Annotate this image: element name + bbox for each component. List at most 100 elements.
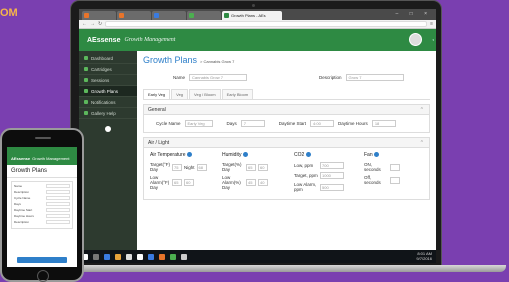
dashboard-icon (84, 56, 88, 60)
user-menu-caret-icon[interactable]: ▾ (432, 38, 434, 42)
browser-tab[interactable] (82, 11, 116, 20)
photos-icon[interactable] (181, 253, 187, 260)
browser-tab-active[interactable]: Growth Plans - AEs (222, 11, 282, 20)
fan-on-label: ON, seconds (364, 162, 381, 172)
chrome-icon[interactable] (170, 253, 176, 260)
humidity-low-night-input[interactable]: 40 (258, 179, 268, 186)
store-icon[interactable] (126, 253, 132, 260)
sidebar-item-sessions[interactable]: Sessions (79, 75, 137, 86)
humidity-group: Humidity Target(%) Day 65 60 Low Alarm(%) … (222, 152, 284, 195)
word-icon[interactable] (148, 253, 154, 260)
avatar[interactable] (409, 33, 422, 46)
info-icon[interactable] (374, 152, 380, 158)
menu-icon[interactable]: ≡ (430, 21, 433, 27)
phone-row: Description (14, 220, 70, 224)
url-input[interactable] (105, 21, 428, 27)
humidity-target-night-input[interactable]: 60 (258, 163, 268, 171)
powerpoint-icon[interactable] (159, 253, 165, 260)
name-input[interactable]: Cannabis Grow 7 (189, 74, 248, 81)
tab-early-veg[interactable]: Early Veg (143, 89, 171, 99)
general-panel-header[interactable]: General ^ (144, 105, 429, 115)
air-target-night-input[interactable]: 68 (196, 163, 207, 171)
phone-row: Daytime Hours (14, 214, 70, 218)
info-icon[interactable] (186, 152, 192, 158)
phone-row-label: Description (14, 190, 30, 194)
browser-tab[interactable] (117, 11, 151, 20)
description-label: Description (319, 75, 342, 80)
main-content: Growth Plans > Cannabis Grow 7 Name Cann… (137, 51, 436, 263)
cartridge-icon (84, 67, 88, 71)
folder-icon[interactable] (115, 253, 121, 260)
humidity-target-label: Target(%) Day (222, 162, 242, 172)
window-controls[interactable]: – □ × (396, 11, 433, 17)
co2-alarm-input[interactable]: 500 (320, 183, 344, 191)
phone-field[interactable] (46, 190, 70, 194)
sidebar: Dashboard Cartridges Sessions Growth Pla… (79, 51, 137, 263)
fan-on-input[interactable] (390, 163, 400, 171)
tab-veg[interactable]: Veg (171, 89, 189, 99)
daytime-start-select[interactable]: 4:00 (310, 120, 335, 127)
info-icon[interactable] (242, 152, 248, 158)
chevron-up-icon[interactable]: ^ (421, 140, 423, 146)
sidebar-item-cartridges[interactable]: Cartridges (79, 64, 137, 75)
phone-field[interactable] (46, 196, 70, 200)
phone-field[interactable] (46, 202, 70, 206)
sidebar-toggle-icon[interactable] (105, 126, 111, 132)
phone-row-label: Days (14, 202, 21, 206)
taskbar-clock[interactable]: 8:01 AM 9/7/2016 (416, 251, 432, 261)
daytime-hours-label: Daytime Hours (338, 121, 368, 126)
browser-tab[interactable] (152, 11, 186, 20)
air-target-label: Target(°F) Day (150, 162, 171, 172)
phone-home-button[interactable] (37, 270, 49, 282)
air-low-night-input[interactable]: 60 (184, 179, 194, 186)
phone-row: Cycle Name (14, 196, 70, 200)
browser-tab[interactable] (187, 11, 221, 20)
bell-icon (84, 100, 88, 104)
phone-field[interactable] (46, 220, 70, 224)
edge-icon[interactable] (104, 253, 110, 260)
cycle-name-label: Cycle Name (156, 121, 181, 126)
search-icon[interactable] (93, 253, 99, 260)
sidebar-item-label: Gallery Help (91, 110, 116, 116)
humidity-target-day-input[interactable]: 65 (246, 163, 256, 171)
phone-action-button[interactable] (17, 257, 67, 263)
laptop-base (78, 265, 506, 272)
description-input[interactable]: Grow 7 (345, 74, 404, 81)
days-input[interactable]: 7 (240, 120, 265, 127)
reload-icon[interactable]: ↻ (98, 21, 102, 27)
cycle-name-input[interactable]: Early Veg (184, 120, 213, 127)
tab-early-bloom[interactable]: Early Bloom (221, 89, 254, 99)
phone-field[interactable] (46, 214, 70, 218)
info-icon[interactable] (305, 152, 311, 158)
phone-form-card: Name Description Cycle Name Days Daytime… (11, 181, 73, 229)
phone-row: Description (14, 190, 70, 194)
clock-date: 9/7/2016 (416, 255, 432, 261)
sidebar-item-gallery-help[interactable]: Gallery Help (79, 108, 137, 119)
app-icon[interactable] (137, 253, 143, 260)
sidebar-item-label: Growth Plans (91, 88, 119, 94)
chevron-up-icon[interactable]: ^ (421, 107, 423, 113)
co2-target-input[interactable]: 1000 (320, 172, 344, 179)
daytime-hours-input[interactable]: 18 (371, 120, 396, 127)
phone-field[interactable] (46, 208, 70, 212)
air-low-day-input[interactable]: 65 (172, 179, 182, 186)
fan-off-input[interactable] (390, 176, 400, 184)
sidebar-item-notifications[interactable]: Notifications (79, 97, 137, 108)
air-night-label: Night (184, 164, 195, 170)
air-light-panel-header[interactable]: Air / Light ^ (144, 138, 429, 148)
sidebar-item-dashboard[interactable]: Dashboard (79, 53, 137, 64)
name-label: Name (173, 75, 186, 80)
air-target-day-input[interactable]: 75 (172, 163, 182, 171)
app-logo: AEssense (87, 36, 121, 44)
back-icon[interactable]: ← (82, 21, 87, 27)
fan-heading: Fan (364, 152, 373, 158)
forward-icon[interactable]: → (90, 21, 95, 27)
page-title: Growth Plans (143, 55, 198, 65)
phone-field[interactable] (46, 184, 70, 188)
tab-veg-bloom[interactable]: Veg / Bloom (189, 89, 221, 99)
co2-low-input[interactable]: 700 (320, 162, 344, 169)
general-heading: General (148, 106, 166, 113)
sidebar-item-growth-plans[interactable]: Growth Plans (79, 86, 137, 97)
humidity-low-day-input[interactable]: 45 (246, 179, 256, 186)
phone-frame: AEssense Growth Management Growth Plans N… (0, 128, 84, 282)
